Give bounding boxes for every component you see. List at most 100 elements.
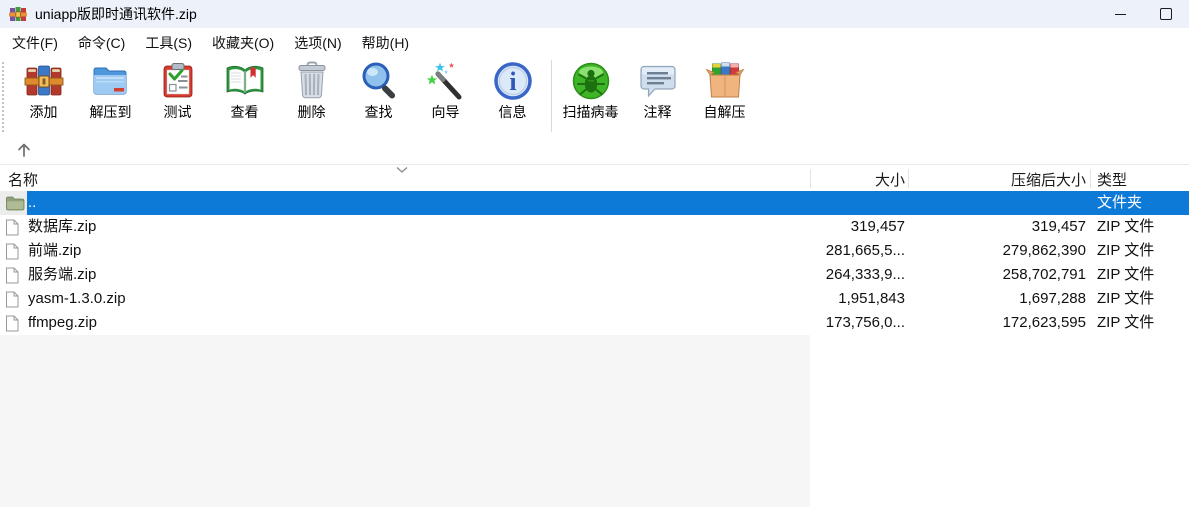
file-name: 前端.zip: [28, 239, 81, 263]
find-button[interactable]: 查找: [345, 58, 412, 120]
file-row[interactable]: yasm-1.3.0.zip 1,951,843 1,697,288 ZIP 文…: [0, 287, 1189, 311]
menu-help[interactable]: 帮助(H): [352, 28, 419, 58]
column-header-size[interactable]: 大小: [660, 169, 905, 190]
column-divider[interactable]: [908, 169, 909, 188]
test-archive-icon: [158, 61, 198, 101]
add-archive-icon: [24, 61, 64, 101]
file-type: ZIP 文件: [1097, 311, 1154, 335]
view-file-icon: [225, 61, 265, 101]
scan-virus-icon: [571, 61, 611, 101]
toolbar-label: 注释: [644, 104, 672, 120]
up-one-level-button[interactable]: [12, 139, 36, 161]
sfx-box-icon: [705, 61, 745, 101]
find-magnifier-icon: [359, 61, 399, 101]
menu-commands[interactable]: 命令(C): [68, 28, 135, 58]
file-row[interactable]: 数据库.zip 319,457 319,457 ZIP 文件: [0, 215, 1189, 239]
file-name: ffmpeg.zip: [28, 311, 97, 335]
toolbar: 添加 解压到 测试: [0, 58, 1189, 136]
title-bar: uniapp版即时通讯软件.zip: [0, 0, 1189, 28]
file-name: 数据库.zip: [28, 215, 96, 239]
empty-list-area: [0, 335, 810, 507]
minimize-icon: [1115, 14, 1126, 15]
file-name: yasm-1.3.0.zip: [28, 287, 126, 311]
column-header-type[interactable]: 类型: [1097, 169, 1127, 190]
menu-tools[interactable]: 工具(S): [135, 28, 202, 58]
file-packed: 172,623,595: [911, 311, 1086, 335]
delete-trash-icon: [292, 61, 332, 101]
extract-to-button[interactable]: 解压到: [77, 58, 144, 120]
toolbar-label: 解压到: [90, 104, 132, 120]
file-packed: 279,862,390: [911, 239, 1086, 263]
file-size: 1,951,843: [660, 287, 905, 311]
comment-button[interactable]: 注释: [624, 58, 691, 120]
file-packed: 1,697,288: [911, 287, 1086, 311]
window-controls: [1097, 0, 1189, 28]
maximize-icon: [1160, 8, 1172, 20]
menu-options[interactable]: 选项(N): [284, 28, 351, 58]
toolbar-label: 扫描病毒: [563, 104, 619, 120]
delete-button[interactable]: 删除: [278, 58, 345, 120]
folder-icon: [0, 191, 27, 215]
menu-file[interactable]: 文件(F): [2, 28, 68, 58]
file-icon: [5, 266, 27, 284]
file-size: 264,333,9...: [660, 263, 905, 287]
comment-bubble-icon: [638, 61, 678, 101]
window-title: uniapp版即时通讯软件.zip: [35, 4, 197, 24]
wizard-button[interactable]: 向导: [412, 58, 479, 120]
scan-virus-button[interactable]: 扫描病毒: [557, 58, 624, 120]
list-header: 名称 大小 压缩后大小 类型: [0, 165, 1189, 191]
maximize-button[interactable]: [1143, 0, 1189, 28]
file-type: ZIP 文件: [1097, 287, 1154, 311]
file-icon: [5, 218, 27, 236]
file-name: ..: [28, 191, 36, 215]
file-row-parent-dir[interactable]: .. 文件夹: [0, 191, 1189, 215]
column-divider[interactable]: [1090, 169, 1091, 188]
info-icon: i: [493, 61, 533, 101]
view-button[interactable]: 查看: [211, 58, 278, 120]
file-name: 服务端.zip: [28, 263, 96, 287]
toolbar-separator: [551, 60, 552, 132]
file-row[interactable]: ffmpeg.zip 173,756,0... 172,623,595 ZIP …: [0, 311, 1189, 335]
test-button[interactable]: 测试: [144, 58, 211, 120]
toolbar-label: 查找: [365, 104, 393, 120]
address-bar: [0, 136, 1189, 165]
file-icon: [5, 290, 27, 308]
up-arrow-icon: [14, 140, 34, 160]
wizard-wand-icon: [426, 61, 466, 101]
toolbar-label: 添加: [30, 104, 58, 120]
toolbar-label: 查看: [231, 104, 259, 120]
menu-bar: 文件(F) 命令(C) 工具(S) 收藏夹(O) 选项(N) 帮助(H): [0, 28, 1189, 58]
column-header-packed-size[interactable]: 压缩后大小: [911, 169, 1086, 190]
winrar-books-icon: [9, 5, 27, 23]
file-type: ZIP 文件: [1097, 215, 1154, 239]
toolbar-label: 测试: [164, 104, 192, 120]
file-size: 319,457: [660, 215, 905, 239]
toolbar-label: 删除: [298, 104, 326, 120]
extract-to-icon: [91, 61, 131, 101]
info-button[interactable]: i 信息: [479, 58, 546, 120]
toolbar-label: 信息: [499, 104, 527, 120]
toolbar-gripper[interactable]: [2, 62, 4, 132]
file-size: 173,756,0...: [660, 311, 905, 335]
chevron-down-icon: [396, 166, 408, 174]
file-icon: [5, 314, 27, 332]
file-icon: [5, 242, 27, 260]
column-divider[interactable]: [810, 169, 811, 188]
file-type: ZIP 文件: [1097, 263, 1154, 287]
file-type: ZIP 文件: [1097, 239, 1154, 263]
add-button[interactable]: 添加: [10, 58, 77, 120]
file-type: 文件夹: [1097, 191, 1142, 215]
sfx-button[interactable]: 自解压: [691, 58, 758, 120]
file-packed: 319,457: [911, 215, 1086, 239]
file-size: 281,665,5...: [660, 239, 905, 263]
menu-favorites[interactable]: 收藏夹(O): [202, 28, 284, 58]
file-packed: 258,702,791: [911, 263, 1086, 287]
column-header-name[interactable]: 名称: [8, 169, 38, 190]
file-list: .. 文件夹 数据库.zip 319,457 319,457 ZIP 文件 前端…: [0, 191, 1189, 507]
toolbar-label: 向导: [432, 104, 460, 120]
file-row[interactable]: 前端.zip 281,665,5... 279,862,390 ZIP 文件: [0, 239, 1189, 263]
toolbar-label: 自解压: [704, 104, 746, 120]
minimize-button[interactable]: [1097, 0, 1143, 28]
svg-text:i: i: [509, 67, 516, 96]
file-row[interactable]: 服务端.zip 264,333,9... 258,702,791 ZIP 文件: [0, 263, 1189, 287]
